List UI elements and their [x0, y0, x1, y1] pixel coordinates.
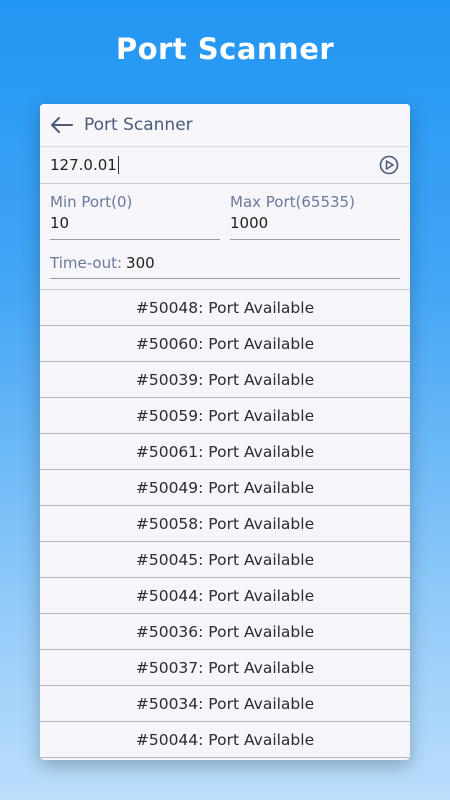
result-text: #50036: Port Available — [135, 622, 315, 641]
list-item: #50059: Port Available — [40, 398, 410, 434]
list-item: #50039: Port Available — [40, 362, 410, 398]
max-port-input[interactable]: 1000 — [230, 212, 400, 240]
result-text: #50037: Port Available — [135, 658, 315, 677]
host-input[interactable]: 127.0.01 — [50, 150, 378, 180]
scan-button[interactable] — [378, 154, 400, 176]
list-item: #50058: Port Available — [40, 506, 410, 542]
result-text: #50034: Port Available — [135, 694, 315, 713]
result-text: #50044: Port Available — [135, 586, 315, 605]
result-text: #50039: Port Available — [135, 370, 315, 389]
port-range-row: Min Port(0) 10 Max Port(65535) 1000 — [40, 184, 410, 240]
app-bar: Port Scanner — [40, 104, 410, 147]
timeout-label: Time-out: — [50, 254, 123, 272]
timeout-field[interactable]: Time-out: 300 — [50, 248, 400, 279]
back-button[interactable] — [40, 104, 84, 146]
arrow-left-icon — [51, 117, 73, 133]
result-text: #50061: Port Available — [135, 442, 315, 461]
list-item: #50034: Port Available — [40, 686, 410, 722]
host-row: 127.0.01 — [40, 147, 410, 184]
result-text: #50048: Port Available — [135, 298, 315, 317]
app-bar-title: Port Scanner — [84, 115, 193, 135]
result-text: #50058: Port Available — [135, 514, 315, 533]
list-item: #50044: Port Available — [40, 722, 410, 758]
max-port-label: Max Port(65535) — [230, 193, 355, 211]
timeout-input[interactable]: 300 — [126, 254, 155, 272]
play-circle-icon — [379, 155, 399, 175]
list-item: #50037: Port Available — [40, 650, 410, 686]
list-item: #50048: Port Available — [40, 290, 410, 326]
list-item: #50061: Port Available — [40, 434, 410, 470]
max-port-field[interactable]: Max Port(65535) 1000 — [230, 192, 400, 240]
result-text: #50049: Port Available — [135, 478, 315, 497]
list-item: #50060: Port Available — [40, 326, 410, 362]
min-port-field[interactable]: Min Port(0) 10 — [50, 192, 220, 240]
result-text: #50060: Port Available — [135, 334, 315, 353]
text-caret — [117, 156, 119, 174]
list-item: #50044: Port Available — [40, 578, 410, 614]
host-value: 127.0.01 — [50, 156, 117, 174]
min-port-input[interactable]: 10 — [50, 212, 220, 240]
result-text: #50044: Port Available — [135, 730, 315, 749]
min-port-label: Min Port(0) — [50, 193, 133, 211]
app-screen: Port Scanner 127.0.01 Min Port(0) 10 Max… — [40, 104, 410, 760]
promo-title: Port Scanner — [115, 32, 335, 66]
list-item: #50036: Port Available — [40, 614, 410, 650]
result-text: #50059: Port Available — [135, 406, 315, 425]
list-item: #50049: Port Available — [40, 470, 410, 506]
list-item: #50045: Port Available — [40, 542, 410, 578]
result-text: #50045: Port Available — [135, 550, 315, 569]
results-list: #50048: Port Available #50060: Port Avai… — [40, 289, 410, 758]
